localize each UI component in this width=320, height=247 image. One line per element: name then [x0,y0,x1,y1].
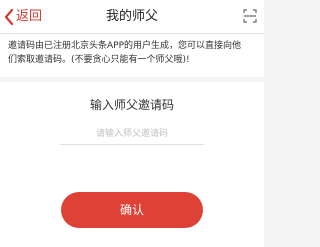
nav-bar: 返回 我的师父 [0,0,264,34]
scan-icon[interactable] [243,9,257,23]
invite-panel: 输入师父邀请码 确认 [0,82,264,247]
invite-code-input[interactable] [60,124,204,145]
notice-panel: 邀请码由已注册北京头条APP的用户生成，您可以直接向他 们索取邀请码。(不要贪心… [0,34,264,77]
confirm-button[interactable]: 确认 [61,192,203,228]
page-title: 我的师父 [105,9,158,24]
notice-text: 邀请码由已注册北京头条APP的用户生成，您可以直接向他 们索取邀请码。(不要贪心… [8,41,242,65]
screen: 返回 我的师父 邀请码由已注册北京头条APP的用户生成，您可以直接向他 们索取邀… [0,0,264,247]
invite-title: 输入师父邀请码 [89,98,174,112]
